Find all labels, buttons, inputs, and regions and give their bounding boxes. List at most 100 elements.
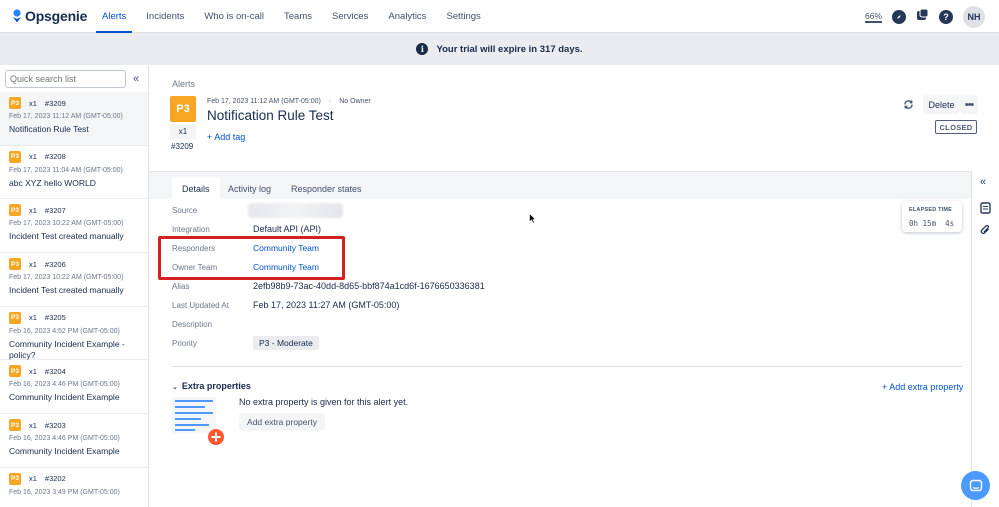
alert-item-title: Incident Test created manually [9, 231, 124, 242]
priority-badge: P3 [9, 419, 21, 432]
alert-list-item[interactable]: P3 x1 #3209 Feb 17, 2023 11:12 AM (GMT-05:0… [0, 92, 148, 146]
nav-services[interactable]: Services [322, 0, 378, 33]
mouse-cursor-icon [529, 213, 536, 224]
user-avatar[interactable]: NH [963, 5, 985, 28]
priority-label: Priority [172, 338, 197, 348]
alert-item-header: P3 x1 #3207 [9, 204, 148, 217]
source-label: Source [172, 205, 198, 215]
updated-value: Feb 17, 2023 11:27 AM (GMT-05:00) [253, 300, 400, 310]
count-badge: x1 [29, 313, 37, 323]
integration-value: Default API (API) [253, 224, 322, 234]
elapsed-time-value: 0h 15m 4s [909, 219, 955, 228]
add-extra-property-link[interactable]: + Add extra property [882, 382, 963, 392]
tab-responder-states[interactable]: Responder states [281, 177, 372, 200]
main-nav: Alerts Incidents Who is on-call Teams Se… [92, 0, 491, 33]
alert-item-header: P3 x1 #3206 [9, 258, 148, 271]
elapsed-time-label: ELAPSED TIME [909, 207, 953, 213]
alert-number: #3209 [44, 98, 66, 108]
alert-number: #3207 [44, 205, 66, 215]
alert-number: #3205 [44, 313, 66, 323]
delete-button[interactable]: Delete [923, 95, 960, 114]
add-extra-property-button[interactable]: Add extra property [239, 413, 325, 431]
quick-search-input[interactable] [5, 69, 126, 88]
count-badge: x1 [29, 152, 37, 162]
alert-item-header: P3 x1 #3208 [9, 150, 148, 163]
alert-list-item[interactable]: P3 x1 #3203 Feb 16, 2023 4:46 PM (GMT-05:00… [0, 414, 148, 468]
nav-settings[interactable]: Settings [436, 0, 490, 33]
count-badge: x1 [170, 124, 196, 139]
help-icon[interactable]: ? [939, 9, 953, 24]
alert-item-header: P3 x1 #3202 [9, 472, 148, 485]
priority-badge: P3 [9, 311, 21, 324]
description-label: Description [172, 319, 213, 329]
app-name: Opsgenie [25, 8, 88, 24]
elapsed-time-card: ELAPSED TIME 0h 15m 4s [902, 201, 962, 232]
trial-banner-text: Your trial will expire in 317 days. [436, 43, 583, 55]
alert-item-title: Community Incident Example [9, 392, 120, 403]
nav-teams[interactable]: Teams [274, 0, 322, 33]
integration-label: Integration [172, 224, 210, 234]
alert-list-item[interactable]: P3 x1 #3204 Feb 16, 2023 4:46 PM (GMT-05:00… [0, 360, 148, 415]
alert-item-title: abc XYZ hello WORLD [9, 177, 96, 188]
alert-item-header: P3 x1 #3209 [9, 97, 148, 109]
priority-badge: P3 [9, 365, 21, 378]
nav-who-is-on-call[interactable]: Who is on-call [194, 0, 274, 33]
breadcrumb[interactable]: Alerts [172, 79, 195, 89]
priority-badge: P3 [9, 150, 21, 163]
owner-label: No Owner [339, 98, 371, 105]
more-actions-icon[interactable]: ••• [960, 95, 978, 114]
alert-date: Feb 16, 2023 3:49 PM (GMT-05:00) [9, 488, 120, 496]
product-switcher-icon[interactable] [916, 8, 929, 26]
alert-title: Notification Rule Test [207, 108, 334, 123]
empty-properties-illustration-icon [172, 397, 224, 445]
priority-badge: P3 [9, 97, 21, 109]
alert-number: #3206 [44, 259, 66, 269]
alert-meta: Feb 17, 2023 11:12 AM (GMT-05:00) · No O… [207, 98, 371, 105]
detail-tabs: Details Activity log Responder states [149, 171, 971, 200]
meta-separator: · [328, 98, 332, 105]
alert-date: Feb 17, 2023 10:22 AM (GMT-05:00) [9, 274, 124, 282]
alert-date: Feb 17, 2023 11:12 AM (GMT-05:00) [9, 113, 123, 120]
alert-list-item[interactable]: P3 x1 #3205 Feb 16, 2023 4:52 PM (GMT-05:00… [0, 307, 148, 361]
highlight-box [158, 236, 345, 280]
alert-list-item[interactable]: P3 x1 #3208 Feb 17, 2023 11:04 AM (GMT-05:0… [0, 146, 148, 200]
refresh-icon[interactable] [903, 99, 914, 113]
alias-value: 2efb98b9-73ac-40dd-8d65-bbf874a1cd6f-167… [253, 281, 485, 291]
nav-alerts[interactable]: Alerts [92, 0, 136, 33]
alert-item-title: Incident Test created manually [9, 285, 124, 296]
trial-usage-indicator[interactable]: 66% [864, 11, 882, 23]
nav-right: 66% ? NH [864, 0, 985, 33]
collapse-sidebar-icon[interactable]: « [133, 73, 139, 85]
updated-label: Last Updated At [172, 300, 229, 310]
top-nav: Opsgenie Alerts Incidents Who is on-call… [0, 0, 999, 33]
alert-date: Feb 16, 2023 4:46 PM (GMT-05:00) [9, 381, 120, 389]
add-tag-link[interactable]: + Add tag [207, 132, 245, 142]
alert-list-item[interactable]: P3 x1 #3202 Feb 16, 2023 3:49 PM (GMT-05:00… [0, 468, 148, 507]
nav-incidents[interactable]: Incidents [136, 0, 194, 33]
attachment-icon[interactable] [980, 224, 991, 239]
alert-item-title: Community Incident Example - policy? [9, 338, 125, 360]
count-badge: x1 [29, 366, 37, 376]
nav-analytics[interactable]: Analytics [378, 0, 436, 33]
alert-item-title: Community Incident Example [9, 446, 120, 457]
priority-value[interactable]: P3 - Moderate [253, 336, 319, 350]
tab-details[interactable]: Details [172, 177, 220, 200]
alert-number: #3204 [44, 366, 66, 376]
alert-number: #3202 [44, 474, 66, 484]
alert-detail: Alerts P3 x1 #3209 Feb 17, 2023 11:12 AM… [149, 65, 978, 507]
trial-banner: i Your trial will expire in 317 days. [0, 33, 999, 65]
notes-icon[interactable] [980, 202, 991, 217]
tab-activity-log[interactable]: Activity log [218, 177, 281, 200]
count-badge: x1 [29, 98, 37, 108]
expand-panel-icon[interactable]: « [980, 176, 986, 188]
extra-properties-toggle[interactable]: ⌄ Extra properties [172, 381, 251, 391]
compass-icon[interactable] [892, 9, 906, 24]
chat-widget-button[interactable] [961, 471, 990, 500]
priority-badge: P3 [170, 96, 196, 122]
alert-list: P3 x1 #3209 Feb 17, 2023 11:12 AM (GMT-05:0… [0, 92, 148, 507]
opsgenie-logo[interactable]: Opsgenie [12, 8, 88, 24]
alert-list-item[interactable]: P3 x1 #3206 Feb 17, 2023 10:22 AM (GMT-05:0… [0, 253, 148, 307]
alert-list-item[interactable]: P3 x1 #3207 Feb 17, 2023 10:22 AM (GMT-05:0… [0, 199, 148, 254]
no-extra-properties-text: No extra property is given for this aler… [239, 397, 409, 407]
count-badge: x1 [29, 259, 37, 269]
